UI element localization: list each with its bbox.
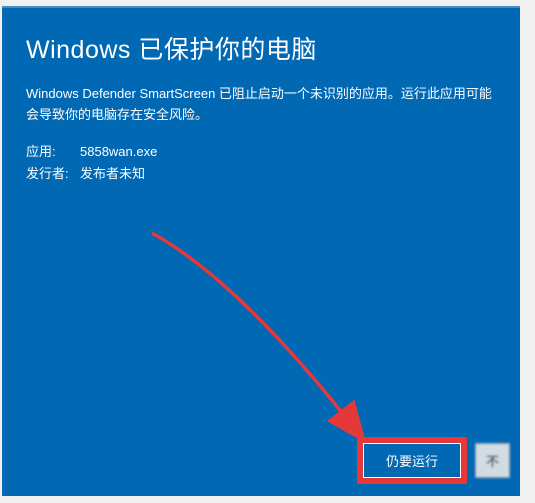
smartscreen-dialog: Windows 已保护你的电脑 Windows Defender SmartSc… — [2, 6, 520, 496]
app-label: 应用: — [26, 142, 80, 163]
dialog-title: Windows 已保护你的电脑 — [2, 8, 520, 84]
app-value: 5858wan.exe — [80, 142, 157, 163]
dont-run-button-partial[interactable]: 不 — [475, 443, 510, 478]
app-row: 应用: 5858wan.exe — [26, 142, 496, 163]
app-details: 应用: 5858wan.exe 发行者: 发布者未知 — [26, 142, 496, 186]
publisher-row: 发行者: 发布者未知 — [26, 164, 496, 185]
publisher-value: 发布者未知 — [80, 164, 145, 185]
annotation-highlight-box: 仍要运行 — [357, 437, 467, 484]
run-anyway-button[interactable]: 仍要运行 — [363, 443, 461, 478]
warning-message: Windows Defender SmartScreen 已阻止启动一个未识别的… — [26, 84, 496, 126]
publisher-label: 发行者: — [26, 164, 80, 185]
annotation-arrow-icon — [142, 223, 402, 463]
dialog-body: Windows Defender SmartScreen 已阻止启动一个未识别的… — [2, 84, 520, 185]
dialog-footer: 仍要运行 不 — [357, 437, 510, 484]
